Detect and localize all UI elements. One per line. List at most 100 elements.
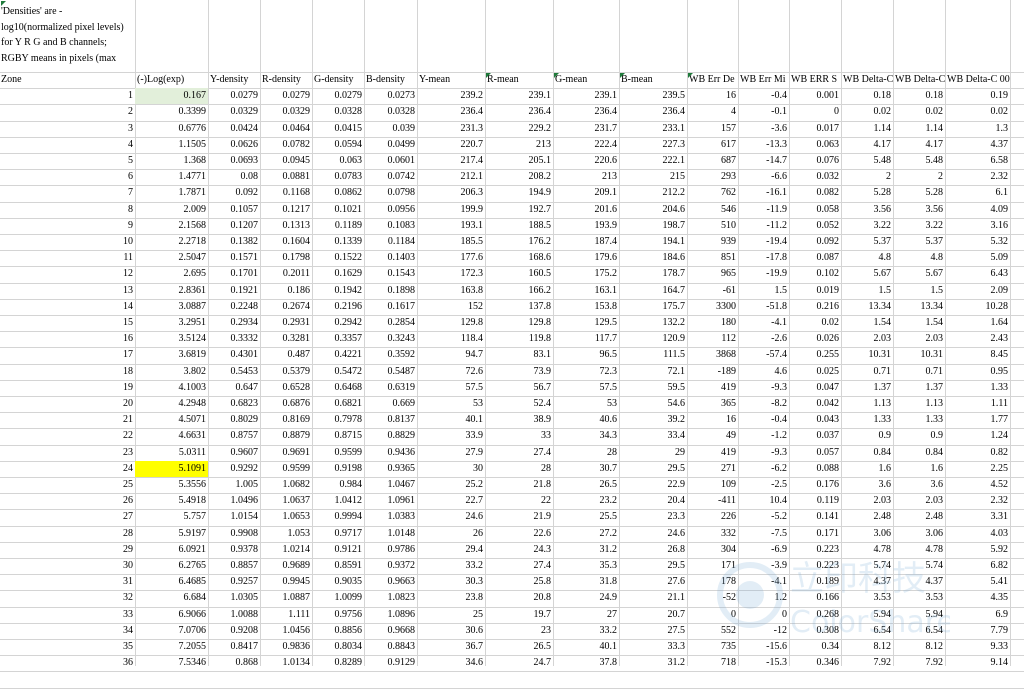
data-cell[interactable]: 2.2718 xyxy=(135,234,208,250)
data-cell[interactable]: 0.216 xyxy=(789,299,841,315)
zone-cell[interactable]: 13 xyxy=(0,283,135,299)
data-cell[interactable]: 0.6319 xyxy=(364,380,417,396)
zone-cell[interactable]: 15 xyxy=(0,315,135,331)
data-cell[interactable]: 23 xyxy=(485,623,553,639)
zone-cell[interactable]: 11 xyxy=(0,250,135,266)
data-cell[interactable]: 2.48 xyxy=(893,509,945,525)
data-cell[interactable]: 552 xyxy=(687,623,738,639)
data-cell[interactable]: 220.6 xyxy=(553,153,619,169)
data-cell[interactable]: 0.2674 xyxy=(260,299,312,315)
data-cell[interactable]: 0.0626 xyxy=(208,137,260,153)
data-cell[interactable]: 0.2196 xyxy=(312,299,364,315)
data-cell[interactable]: 34.6 xyxy=(417,655,485,671)
data-cell[interactable]: 26 xyxy=(417,526,485,542)
data-cell[interactable]: 5.37 xyxy=(841,234,893,250)
column-header[interactable]: WB Delta-C xyxy=(893,72,945,88)
data-cell[interactable]: 4.03 xyxy=(945,526,1010,542)
zone-cell[interactable]: 17 xyxy=(0,347,135,363)
data-cell[interactable]: 26.5 xyxy=(485,639,553,655)
data-cell[interactable]: 217.4 xyxy=(417,153,485,169)
data-cell[interactable]: 229.2 xyxy=(485,121,553,137)
data-cell[interactable]: 160.5 xyxy=(485,266,553,282)
data-cell[interactable]: 0.9908 xyxy=(208,526,260,542)
data-cell[interactable]: 0.647 xyxy=(208,380,260,396)
data-cell[interactable]: 34.3 xyxy=(553,428,619,444)
data-cell[interactable]: 31.2 xyxy=(619,655,687,671)
data-cell[interactable]: 13.34 xyxy=(841,299,893,315)
data-cell[interactable]: -13.3 xyxy=(738,137,789,153)
data-cell[interactable]: 0.9129 xyxy=(364,655,417,671)
data-cell[interactable]: 1.2 xyxy=(738,590,789,606)
data-cell[interactable]: 13.34 xyxy=(893,299,945,315)
data-cell[interactable]: 1.64 xyxy=(945,315,1010,331)
data-cell[interactable]: 271 xyxy=(687,461,738,477)
data-cell[interactable]: 10.31 xyxy=(893,347,945,363)
data-cell[interactable]: 0.0415 xyxy=(312,121,364,137)
data-cell[interactable]: 199.9 xyxy=(417,202,485,218)
data-cell[interactable]: 0.8856 xyxy=(312,623,364,639)
data-cell[interactable]: 0.032 xyxy=(789,169,841,185)
data-cell[interactable]: 3.0887 xyxy=(135,299,208,315)
data-cell[interactable]: 0.1313 xyxy=(260,218,312,234)
zone-cell[interactable]: 10 xyxy=(0,234,135,250)
data-cell[interactable]: 22.9 xyxy=(619,477,687,493)
data-cell[interactable]: 176.2 xyxy=(485,234,553,250)
data-cell[interactable]: 0.8857 xyxy=(208,558,260,574)
data-cell[interactable]: 2.03 xyxy=(893,331,945,347)
data-cell[interactable]: 24.3 xyxy=(485,542,553,558)
data-cell[interactable]: -15.3 xyxy=(738,655,789,671)
data-cell[interactable]: 0.669 xyxy=(364,396,417,412)
data-cell[interactable]: 227.3 xyxy=(619,137,687,153)
data-cell[interactable]: 0.186 xyxy=(260,283,312,299)
data-cell[interactable]: 239.1 xyxy=(553,88,619,104)
column-header[interactable]: G-mean xyxy=(553,72,619,88)
data-cell[interactable]: 0.167 xyxy=(135,88,208,104)
data-cell[interactable]: 129.5 xyxy=(553,315,619,331)
data-cell[interactable]: 0.6776 xyxy=(135,121,208,137)
data-cell[interactable]: 3.22 xyxy=(893,218,945,234)
data-cell[interactable]: 1.0637 xyxy=(260,493,312,509)
data-cell[interactable]: -19.4 xyxy=(738,234,789,250)
data-cell[interactable]: 0.0329 xyxy=(260,104,312,120)
data-cell[interactable]: 0.076 xyxy=(789,153,841,169)
data-cell[interactable]: 0.8879 xyxy=(260,428,312,444)
data-cell[interactable]: 194.1 xyxy=(619,234,687,250)
data-cell[interactable]: -8.2 xyxy=(738,396,789,412)
data-cell[interactable]: 0.308 xyxy=(789,623,841,639)
data-cell[interactable]: 0.84 xyxy=(893,445,945,461)
data-cell[interactable]: 1.0148 xyxy=(364,526,417,542)
zone-cell[interactable]: 8 xyxy=(0,202,135,218)
column-header[interactable]: G-density xyxy=(312,72,364,88)
data-cell[interactable]: 33 xyxy=(485,428,553,444)
data-cell[interactable]: -12 xyxy=(738,623,789,639)
data-cell[interactable]: 26.5 xyxy=(553,477,619,493)
data-cell[interactable]: 5.28 xyxy=(893,185,945,201)
data-cell[interactable]: 2.03 xyxy=(893,493,945,509)
data-cell[interactable]: 28 xyxy=(485,461,553,477)
data-cell[interactable]: 1.24 xyxy=(945,428,1010,444)
data-cell[interactable]: 27.4 xyxy=(485,445,553,461)
data-cell[interactable]: 0.9717 xyxy=(312,526,364,542)
data-cell[interactable]: 6.9066 xyxy=(135,607,208,623)
data-cell[interactable]: 1.0412 xyxy=(312,493,364,509)
data-cell[interactable]: 22.7 xyxy=(417,493,485,509)
data-cell[interactable]: 184.6 xyxy=(619,250,687,266)
data-cell[interactable]: 2.48 xyxy=(841,509,893,525)
data-cell[interactable]: 0.9663 xyxy=(364,574,417,590)
data-cell[interactable]: 0.9668 xyxy=(364,623,417,639)
data-cell[interactable]: 6.9 xyxy=(945,607,1010,623)
data-cell[interactable]: 94.7 xyxy=(417,347,485,363)
data-cell[interactable]: 0.18 xyxy=(841,88,893,104)
data-cell[interactable]: 201.6 xyxy=(553,202,619,218)
data-cell[interactable]: 166.2 xyxy=(485,283,553,299)
data-cell[interactable]: 40.6 xyxy=(553,412,619,428)
data-cell[interactable]: 1.0961 xyxy=(364,493,417,509)
data-cell[interactable]: -1.2 xyxy=(738,428,789,444)
data-cell[interactable]: 5.94 xyxy=(893,607,945,623)
data-cell[interactable]: 1.3 xyxy=(945,121,1010,137)
column-header[interactable]: B-density xyxy=(364,72,417,88)
data-cell[interactable]: 4.17 xyxy=(841,137,893,153)
data-cell[interactable]: 27.5 xyxy=(619,623,687,639)
column-header[interactable]: B-mean xyxy=(619,72,687,88)
data-cell[interactable]: 175.2 xyxy=(553,266,619,282)
